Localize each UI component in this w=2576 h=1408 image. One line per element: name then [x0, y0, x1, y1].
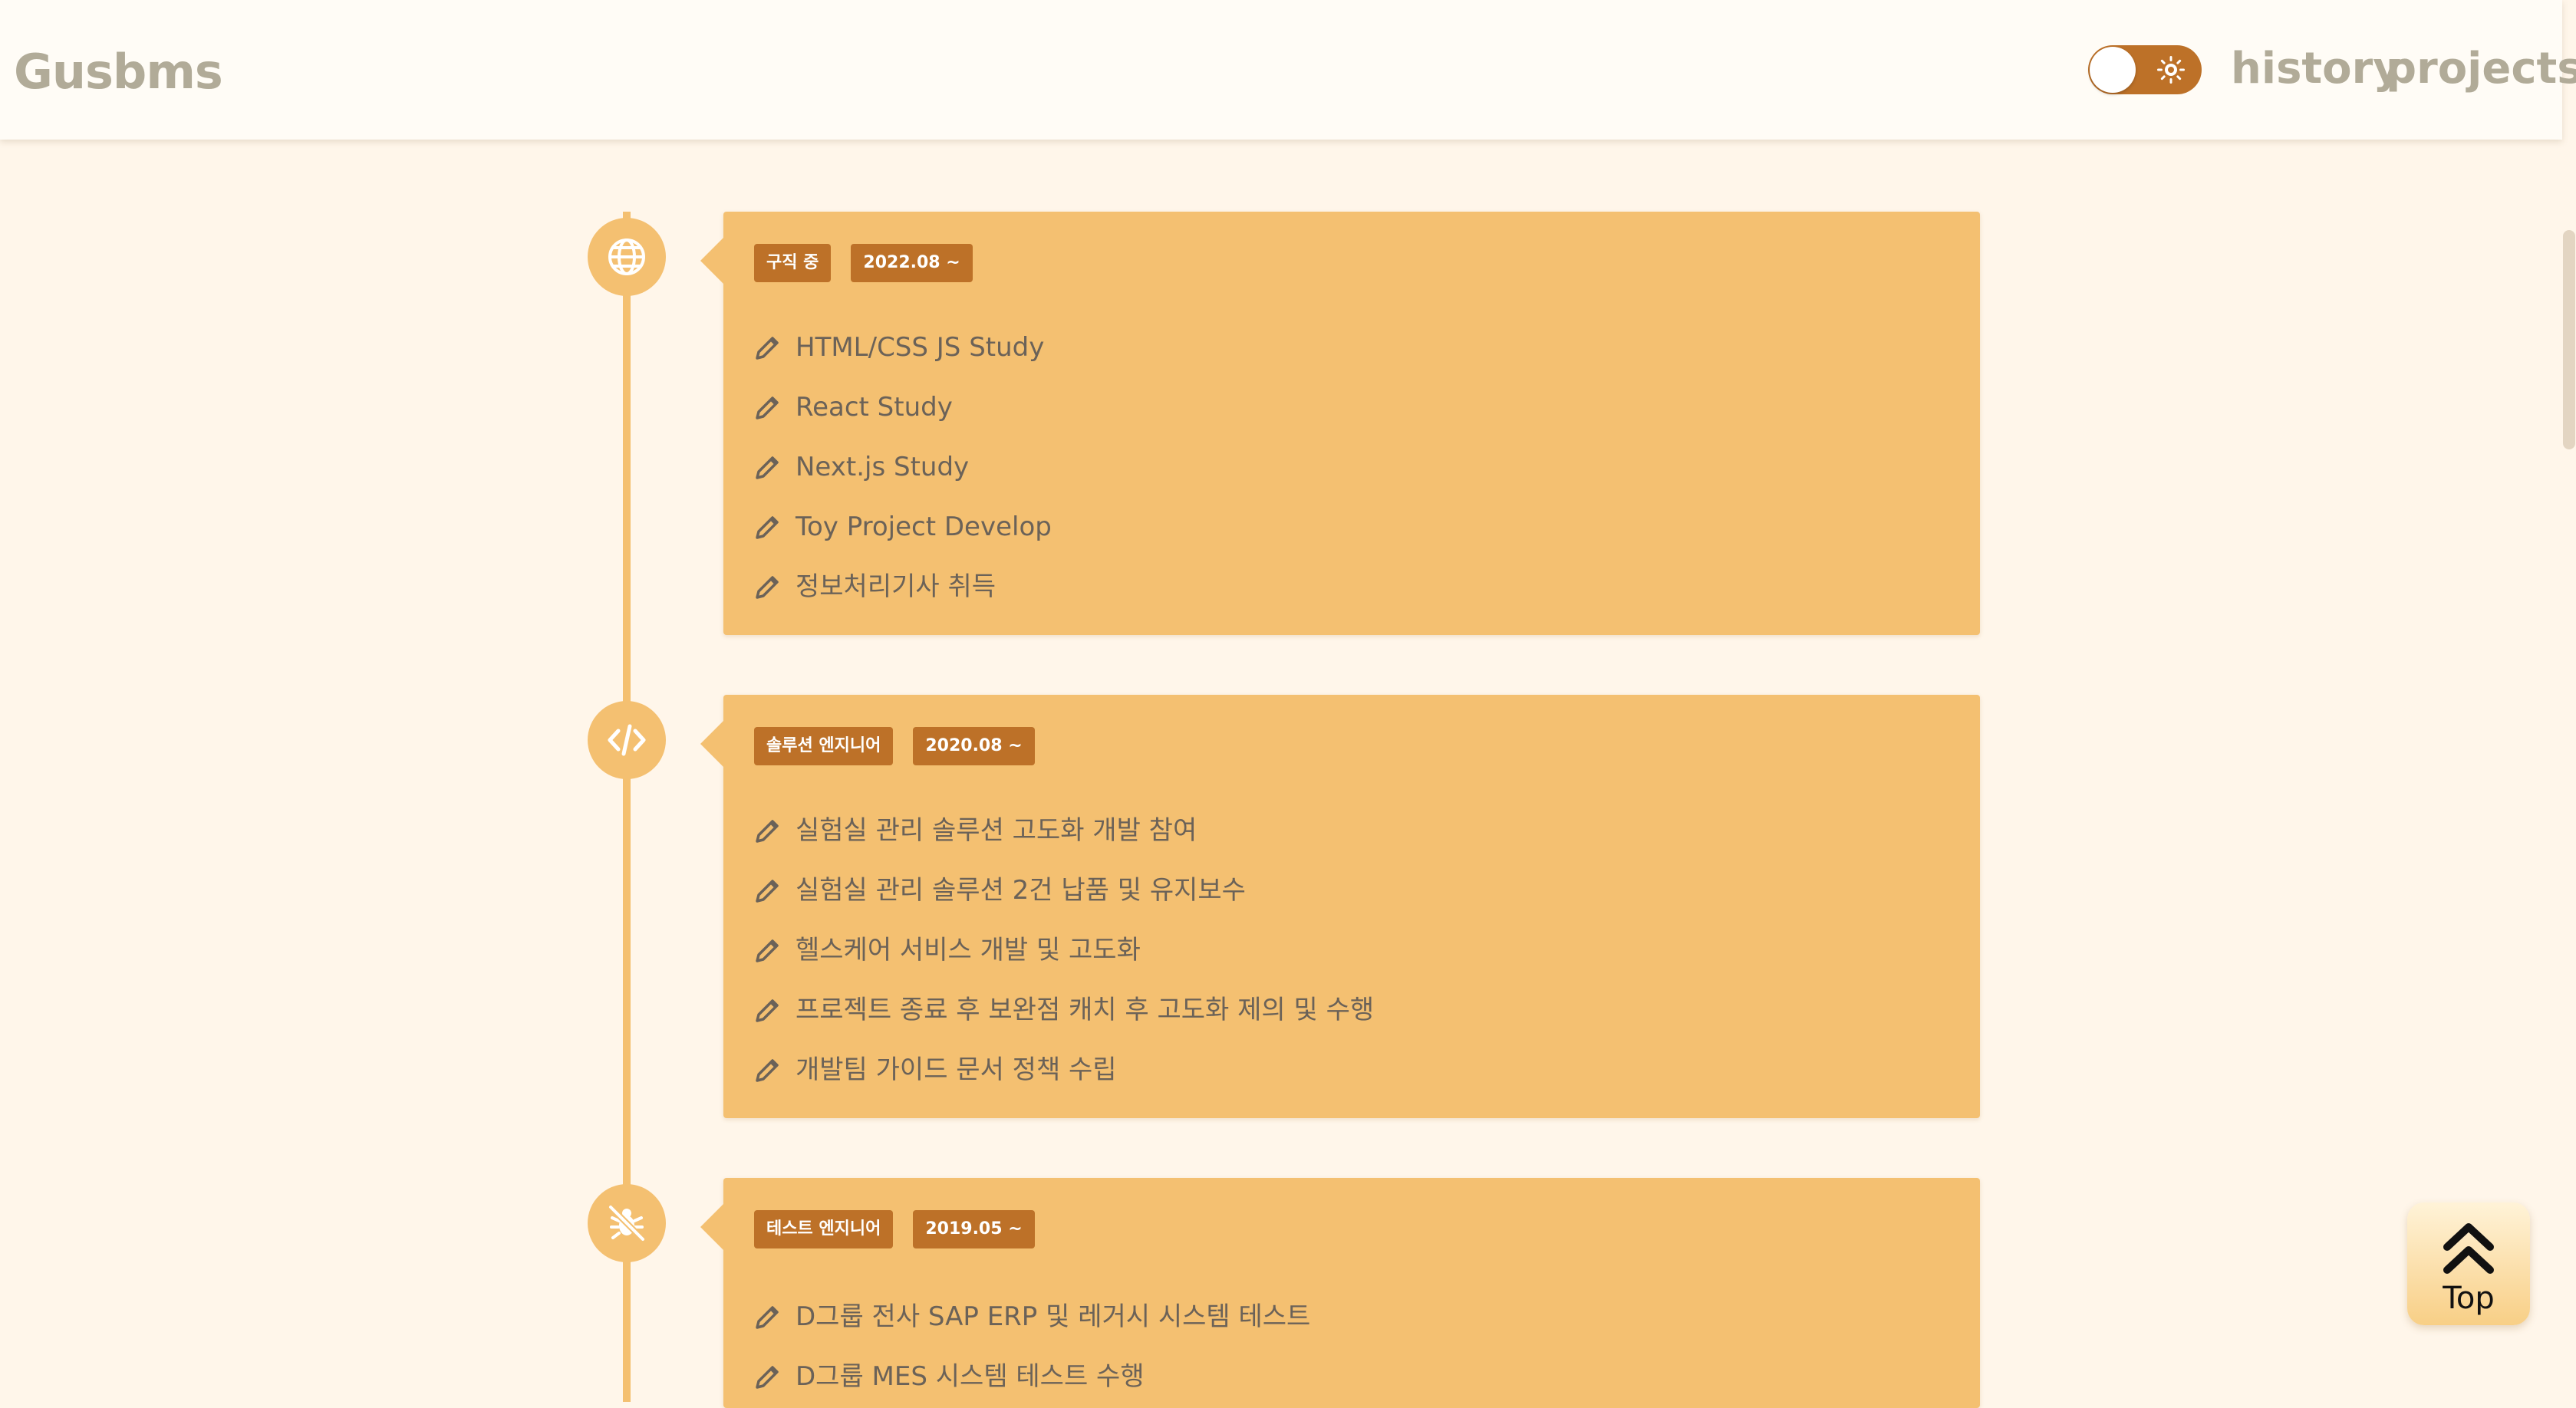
nav-history-link[interactable]: history	[2231, 38, 2401, 100]
site-header: Gusbms history projects	[0, 0, 2576, 140]
list-item-text: 실험실 관리 솔루션 2건 납품 및 유지보수	[796, 875, 1246, 906]
list-item-text: 개발팀 가이드 문서 정책 수립	[796, 1054, 1117, 1085]
pencil-icon	[756, 1306, 779, 1329]
list-item-text: Toy Project Develop	[796, 512, 1052, 542]
double-chevron-up-icon	[2443, 1223, 2494, 1274]
date-badge: 2022.08 ~	[851, 244, 973, 282]
scrollbar-track[interactable]	[2562, 0, 2576, 1402]
pencil-icon	[756, 820, 779, 843]
pencil-icon	[756, 880, 779, 903]
list-item-text: D그룹 MES 시스템 테스트 수행	[796, 1361, 1145, 1392]
card-item-list: HTML/CSS JS Study React Study Next.js St…	[754, 317, 1052, 617]
list-item: 실험실 관리 솔루션 2건 납품 및 유지보수	[754, 860, 1374, 920]
pencil-icon	[756, 337, 779, 360]
role-badge: 구직 중	[754, 244, 832, 282]
list-item: D그룹 MES 시스템 테스트 수행	[754, 1347, 1310, 1406]
pencil-icon	[756, 396, 779, 419]
pencil-icon	[756, 939, 779, 962]
date-badge: 2019.05 ~	[913, 1210, 1035, 1248]
bug-slash-icon	[608, 1204, 646, 1242]
role-badge: 솔루션 엔지니어	[754, 727, 894, 765]
list-item: React Study	[754, 377, 1052, 437]
list-item-text: HTML/CSS JS Study	[796, 332, 1045, 363]
list-item: D그룹 전사 SAP ERP 및 레거시 시스템 테스트	[754, 1287, 1310, 1347]
nav-projects-link[interactable]: projects	[2386, 38, 2576, 100]
pencil-icon	[756, 999, 779, 1022]
card-badges: 테스트 엔지니어 2019.05 ~	[754, 1210, 1035, 1248]
list-item: 프로젝트 종료 후 보완점 캐치 후 고도화 제의 및 수행	[754, 980, 1374, 1040]
list-item-text: D그룹 전사 SAP ERP 및 레거시 시스템 테스트	[796, 1301, 1311, 1332]
card-item-list: 실험실 관리 솔루션 고도화 개발 참여 실험실 관리 솔루션 2건 납품 및 …	[754, 801, 1374, 1100]
list-item-text: Next.js Study	[796, 452, 970, 482]
list-item: 정보처리기사 취득	[754, 557, 1052, 617]
top-button-label: Top	[2443, 1281, 2495, 1316]
list-item: Toy Project Develop	[754, 497, 1052, 557]
card-item-list: D그룹 전사 SAP ERP 및 레거시 시스템 테스트 D그룹 MES 시스템…	[754, 1287, 1310, 1406]
timeline-card: 구직 중 2022.08 ~ HTML/CSS JS Study React S…	[700, 212, 1980, 635]
pencil-icon	[756, 1366, 779, 1389]
list-item: HTML/CSS JS Study	[754, 317, 1052, 377]
list-item-text: 정보처리기사 취득	[796, 571, 996, 602]
timeline-marker-globe	[588, 218, 666, 296]
date-badge: 2020.08 ~	[913, 727, 1035, 765]
timeline-card: 솔루션 엔지니어 2020.08 ~ 실험실 관리 솔루션 고도화 개발 참여 …	[700, 695, 1980, 1118]
timeline-marker-code	[588, 701, 666, 779]
site-logo[interactable]: Gusbms	[14, 41, 223, 103]
list-item-text: 헬스케어 서비스 개발 및 고도화	[796, 935, 1141, 966]
list-item-text: 프로젝트 종료 후 보완점 캐치 후 고도화 제의 및 수행	[796, 995, 1375, 1025]
sun-icon	[2157, 56, 2185, 84]
scroll-to-top-button[interactable]: Top	[2407, 1202, 2530, 1325]
scrollbar-thumb[interactable]	[2563, 230, 2575, 449]
pencil-icon	[756, 456, 779, 479]
toggle-knob[interactable]	[2090, 47, 2136, 93]
list-item: 헬스케어 서비스 개발 및 고도화	[754, 920, 1374, 980]
list-item: 개발팀 가이드 문서 정책 수립	[754, 1040, 1374, 1100]
list-item-text: 실험실 관리 솔루션 고도화 개발 참여	[796, 815, 1197, 846]
card-badges: 구직 중 2022.08 ~	[754, 244, 973, 282]
card-badges: 솔루션 엔지니어 2020.08 ~	[754, 727, 1035, 765]
globe-icon	[608, 239, 645, 275]
list-item: Next.js Study	[754, 437, 1052, 497]
role-badge: 테스트 엔지니어	[754, 1210, 894, 1248]
pencil-icon	[756, 516, 779, 539]
pencil-icon	[756, 576, 779, 599]
list-item: 실험실 관리 솔루션 고도화 개발 참여	[754, 801, 1374, 860]
list-item-text: React Study	[796, 392, 953, 423]
theme-toggle[interactable]	[2088, 45, 2202, 94]
timeline-card: 테스트 엔지니어 2019.05 ~ D그룹 전사 SAP ERP 및 레거시 …	[700, 1178, 1980, 1408]
code-icon	[608, 724, 646, 756]
pencil-icon	[756, 1059, 779, 1082]
timeline-marker-bug-slash	[588, 1184, 666, 1262]
